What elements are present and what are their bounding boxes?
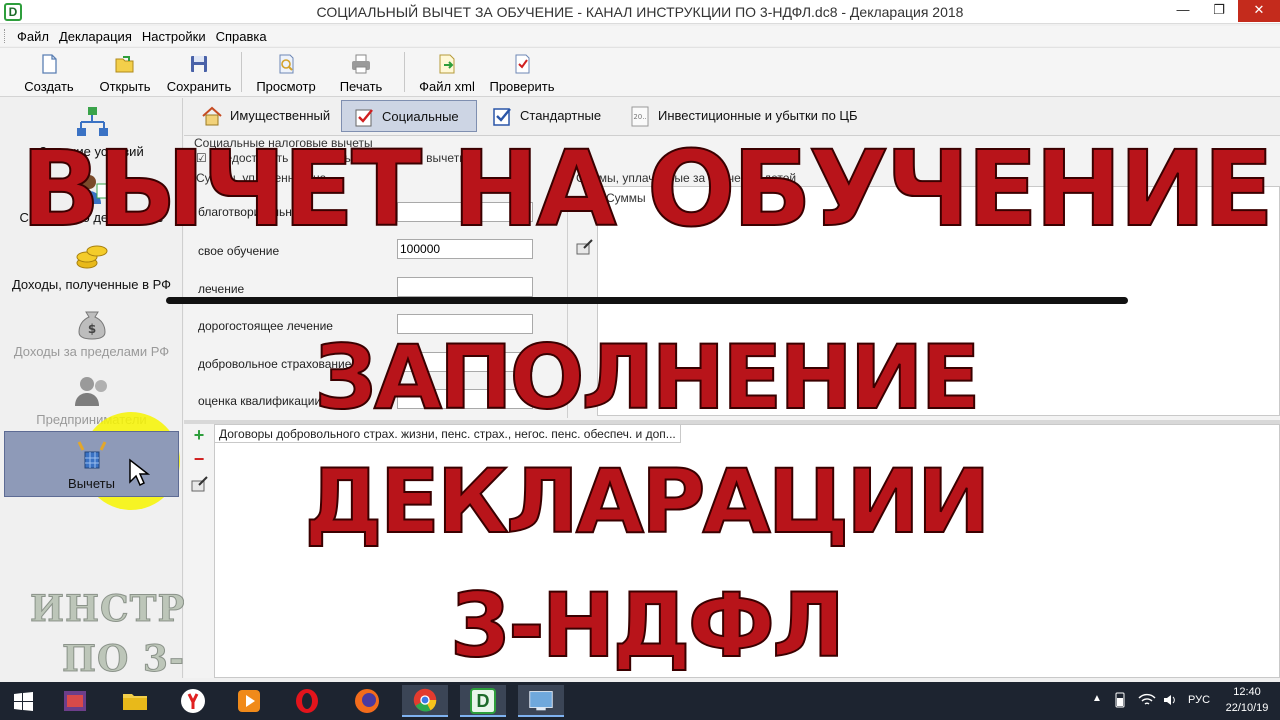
create-button[interactable]: Создать bbox=[18, 50, 80, 96]
screen-icon[interactable] bbox=[518, 685, 564, 717]
network-icon[interactable] bbox=[1138, 692, 1156, 708]
menu-file[interactable]: Файл bbox=[12, 26, 54, 44]
social-check-icon bbox=[355, 109, 373, 127]
preview-label: Просмотр bbox=[256, 79, 316, 94]
clock-time[interactable]: 12:40 bbox=[1222, 686, 1272, 698]
open-button[interactable]: Открыть bbox=[92, 50, 158, 96]
add-contract-button[interactable]: + bbox=[190, 426, 208, 445]
menu-help[interactable]: Справка bbox=[211, 26, 272, 44]
check-button[interactable]: Проверить bbox=[486, 50, 558, 96]
preview-icon bbox=[279, 54, 294, 74]
tray-chevron-icon[interactable]: ▲ bbox=[1092, 693, 1102, 704]
menu-grip bbox=[4, 29, 8, 43]
volume-icon[interactable] bbox=[1162, 692, 1178, 708]
clock-date[interactable]: 22/10/19 bbox=[1222, 702, 1272, 714]
close-button[interactable]: ✕ bbox=[1238, 0, 1280, 22]
menu-bar: Файл Декларация Настройки Справка bbox=[0, 26, 1280, 46]
check-label: Проверить bbox=[489, 79, 555, 94]
title-bar: D СОЦИАЛЬНЫЙ ВЫЧЕТ ЗА ОБУЧЕНИЕ - КАНАЛ И… bbox=[0, 0, 1280, 24]
menu-declaration[interactable]: Декларация bbox=[54, 26, 137, 44]
overlay-divider-line bbox=[166, 297, 1128, 304]
standard-check-icon bbox=[493, 108, 511, 126]
toolbar-separator bbox=[404, 52, 405, 92]
language-indicator[interactable]: РУС bbox=[1184, 694, 1214, 706]
xml-file-button[interactable]: Файл xml bbox=[414, 50, 480, 96]
toolbar: Создать Открыть Сохранить Просмотр Печат… bbox=[0, 47, 1280, 97]
window-title: СОЦИАЛЬНЫЙ ВЫЧЕТ ЗА ОБУЧЕНИЕ - КАНАЛ ИНС… bbox=[316, 4, 964, 20]
treatment-field[interactable] bbox=[397, 277, 533, 297]
minimize-button[interactable]: — bbox=[1166, 0, 1200, 22]
print-label: Печать bbox=[339, 79, 383, 94]
overlay-subtitle-1: ЗАПОЛНЕНИЕ bbox=[313, 325, 981, 430]
investment-icon: 20.. bbox=[631, 106, 649, 127]
tab-label: Социальные bbox=[382, 109, 459, 124]
toolbar-separator bbox=[241, 52, 242, 92]
taskbar: D ▲ РУС 12:40 22/10/19 bbox=[0, 682, 1280, 720]
check-document-icon bbox=[515, 54, 530, 74]
chrome-icon[interactable] bbox=[402, 685, 448, 717]
maximize-button[interactable]: ❐ bbox=[1202, 0, 1236, 22]
firefox-icon[interactable] bbox=[344, 685, 390, 717]
file-explorer-icon[interactable] bbox=[112, 685, 158, 717]
sidebar-item-label: Доходы, полученные в РФ bbox=[11, 277, 172, 292]
film-editor-icon[interactable] bbox=[52, 685, 98, 717]
declaration-app-icon: D bbox=[470, 688, 496, 714]
xml-file-icon bbox=[439, 54, 455, 74]
xml-file-label: Файл xml bbox=[419, 79, 475, 94]
battery-icon[interactable] bbox=[1112, 692, 1128, 708]
menu-settings[interactable]: Настройки bbox=[137, 26, 211, 44]
tab-label: Инвестиционные и убытки по ЦБ bbox=[658, 108, 858, 123]
new-document-icon bbox=[42, 54, 57, 74]
save-label: Сохранить bbox=[166, 79, 232, 94]
open-label: Открыть bbox=[99, 79, 151, 94]
save-button[interactable]: Сохранить bbox=[164, 50, 234, 96]
declaration-app-taskbar[interactable]: D bbox=[460, 685, 506, 717]
tab-label: Стандартные bbox=[520, 108, 602, 123]
tab-label: Имущественный bbox=[230, 108, 331, 123]
print-button[interactable]: Печать bbox=[333, 50, 389, 96]
printer-icon bbox=[352, 54, 370, 74]
house-icon bbox=[202, 106, 222, 126]
windows-start-icon[interactable] bbox=[0, 685, 46, 717]
floppy-disk-icon bbox=[191, 56, 207, 72]
create-label: Создать bbox=[24, 79, 74, 94]
open-folder-icon bbox=[115, 56, 134, 73]
treatment-label: лечение bbox=[198, 282, 245, 296]
opera-icon[interactable] bbox=[284, 685, 330, 717]
overlay-subtitle-3: 3-НДФЛ bbox=[449, 573, 846, 678]
yandex-browser-icon[interactable] bbox=[170, 685, 216, 717]
preview-button[interactable]: Просмотр bbox=[252, 50, 320, 96]
overlay-title: ВЫЧЕТ НА ОБУЧЕНИЕ bbox=[20, 127, 1275, 251]
overlay-subtitle-2: ДЕКЛАРАЦИИ bbox=[303, 449, 991, 554]
media-player-icon[interactable] bbox=[226, 685, 272, 717]
svg-text:20..: 20.. bbox=[633, 113, 646, 121]
